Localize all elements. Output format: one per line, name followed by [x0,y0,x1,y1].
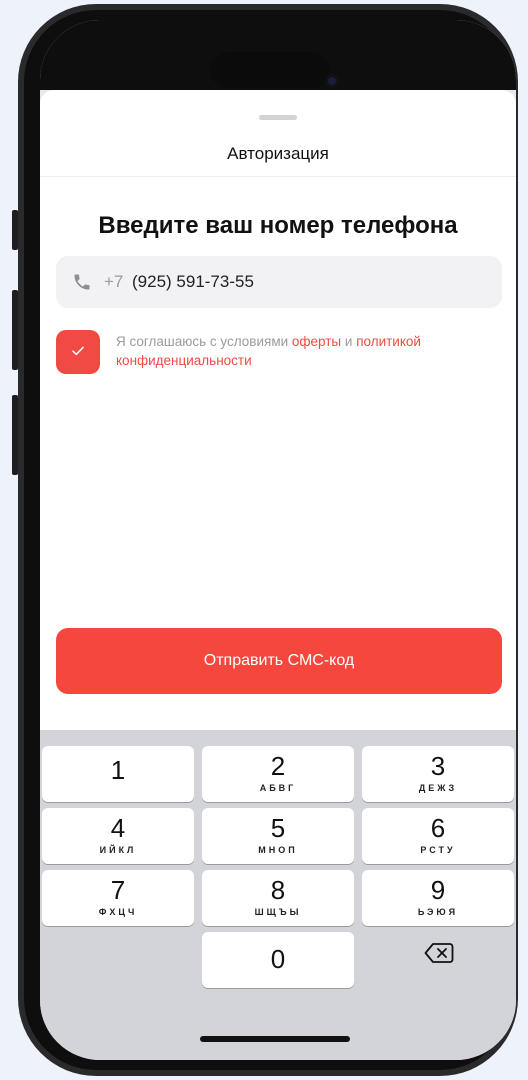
key-0[interactable]: 0 [202,932,354,988]
phone-icon [74,274,90,290]
key-6[interactable]: 6 РСТУ [362,808,514,864]
auth-sheet: Авторизация Введите ваш номер телефона +… [40,90,516,730]
key-1[interactable]: 1 [42,746,194,802]
sheet-grabber[interactable] [259,115,297,120]
key-digit: 3 [430,751,446,781]
key-letters: ФХЦЧ [98,907,138,917]
key-letters: ШЩЪЫ [254,907,302,917]
dynamic-island [210,52,330,88]
key-digit: 2 [270,751,286,781]
key-letters: ЬЭЮЯ [417,907,459,917]
phone-prefix: +7 [104,272,124,291]
home-indicator[interactable] [200,1036,350,1042]
send-sms-code-button[interactable]: Отправить СМС-код [56,628,502,694]
key-digit: 6 [430,813,446,843]
key-digit: 7 [110,875,126,905]
key-letters: ДЕЖЗ [418,783,458,793]
key-digit: 9 [430,875,446,905]
key-2[interactable]: 2 АБВГ [202,746,354,802]
numeric-keypad: 1 2 АБВГ 3 ДЕЖЗ 4 ИЙКЛ 5 МНОП 6 РСТУ 7 Ф… [40,730,516,1060]
key-digit: 5 [270,813,286,843]
delete-key[interactable] [362,926,514,982]
consent-text: Я соглашаюсь с условиями оферты и полити… [116,332,506,370]
phone-screen: Авторизация Введите ваш номер телефона +… [40,20,516,1060]
mute-switch [12,210,18,250]
key-7[interactable]: 7 ФХЦЧ [42,870,194,926]
key-digit: 0 [270,944,286,974]
delete-backspace-icon [424,943,454,963]
consent-checkbox[interactable] [56,330,100,374]
key-digit: 8 [270,875,286,905]
key-digit: 1 [110,755,126,785]
key-8[interactable]: 8 ШЩЪЫ [202,870,354,926]
key-3[interactable]: 3 ДЕЖЗ [362,746,514,802]
phone-number-value: (925) 591-73-55 [132,272,254,291]
divider [40,176,516,177]
key-letters: ИЙКЛ [99,845,137,855]
key-letters: РСТУ [420,845,456,855]
volume-down-button [12,395,18,475]
key-4[interactable]: 4 ИЙКЛ [42,808,194,864]
volume-up-button [12,290,18,370]
consent-text-and: и [341,334,357,349]
checkmark-icon [72,346,84,356]
page-heading: Введите ваш номер телефона [98,212,458,239]
key-letters: АБВГ [259,783,297,793]
phone-input[interactable]: +7 (925) 591-73-55 [56,256,502,308]
key-letters: МНОП [258,845,298,855]
key-5[interactable]: 5 МНОП [202,808,354,864]
consent-text-before: Я соглашаюсь с условиями [116,334,292,349]
offer-link[interactable]: оферты [292,334,341,349]
sheet-title: Авторизация [227,144,329,163]
front-camera-icon [325,74,339,88]
key-digit: 4 [110,813,126,843]
key-9[interactable]: 9 ЬЭЮЯ [362,870,514,926]
